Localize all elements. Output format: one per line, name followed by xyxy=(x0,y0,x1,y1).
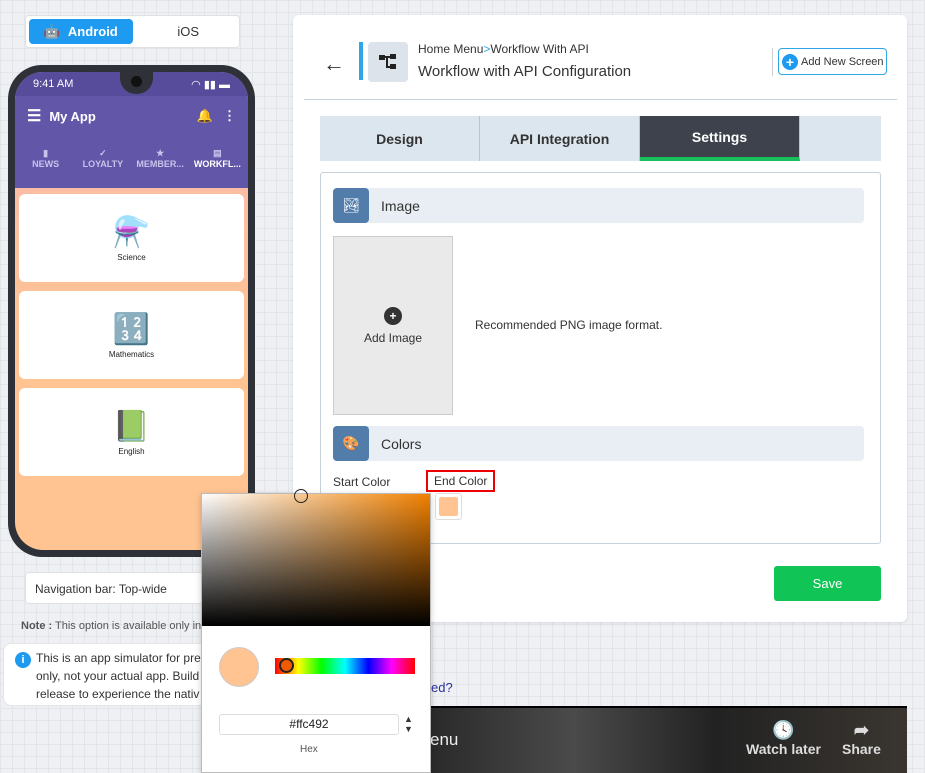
back-arrow-icon[interactable]: ← xyxy=(323,51,345,77)
share-button[interactable]: ➦ Share xyxy=(842,720,881,757)
divider xyxy=(772,48,773,76)
app-title: My App xyxy=(49,108,96,124)
watch-later-button[interactable]: 🕓 Watch later xyxy=(746,720,821,757)
plus-icon: + xyxy=(782,53,798,70)
hue-handle[interactable] xyxy=(279,658,294,673)
tab-settings[interactable]: Settings xyxy=(640,116,800,161)
image-section-header: 🏞 Image xyxy=(333,188,864,223)
card-label: Science xyxy=(117,252,146,262)
hue-slider[interactable] xyxy=(275,658,415,674)
app-tab-workflow[interactable]: ▤ WORKFL... xyxy=(189,148,246,169)
app-tab-loyalty[interactable]: ✓ LOYALTY xyxy=(74,148,131,169)
tab-label: MEMBER... xyxy=(136,159,184,169)
hex-label: Hex xyxy=(300,744,318,755)
list-item[interactable]: 📗 English xyxy=(19,388,244,476)
tab-label: NEWS xyxy=(32,159,60,169)
bookmark-icon: ▮ xyxy=(43,148,49,158)
accent-bar xyxy=(359,42,363,80)
watch-later-label: Watch later xyxy=(746,741,821,757)
hex-input[interactable]: #ffc492 xyxy=(219,714,399,735)
app-tab-member[interactable]: ★ MEMBER... xyxy=(132,148,189,169)
more-icon[interactable]: ⋮ xyxy=(223,108,236,124)
clock-icon: 🕓 xyxy=(772,720,795,740)
help-link[interactable]: ed? xyxy=(431,680,453,695)
add-button-label: Add New Screen xyxy=(801,55,884,68)
mathematics-icon: 🔢 xyxy=(112,312,151,346)
divider xyxy=(304,99,897,100)
workflow-icon xyxy=(368,42,408,82)
end-color-label: End Color xyxy=(426,470,496,492)
tab-label: LOYALTY xyxy=(82,159,124,169)
signal-battery-icon: ◠ ▮▮ ▬ xyxy=(191,78,230,91)
colors-section-header: 🎨 Colors xyxy=(333,426,864,461)
note-text: Note : This option is available only in xyxy=(21,620,201,632)
video-title: enu xyxy=(430,730,459,749)
hamburger-icon[interactable]: ☰ xyxy=(27,106,41,126)
settings-content: 🏞 Image + Add Image Recommended PNG image … xyxy=(320,172,881,544)
end-color-swatch[interactable] xyxy=(435,493,462,520)
list-item[interactable]: ⚗️ Science xyxy=(19,194,244,282)
android-icon: 🤖 xyxy=(43,23,60,39)
image-icon: 🏞 xyxy=(333,188,369,223)
status-time: 9:41 AM xyxy=(33,78,74,90)
platform-toggle: 🤖 Android iOS xyxy=(25,15,240,48)
card-label: Mathematics xyxy=(108,349,155,359)
save-button[interactable]: Save xyxy=(774,566,881,601)
android-tab[interactable]: 🤖 Android xyxy=(29,19,133,44)
breadcrumb-home[interactable]: Home Menu xyxy=(418,42,483,56)
palette-icon: 🎨 xyxy=(333,426,369,461)
ios-label: iOS xyxy=(177,24,200,39)
saturation-value-area[interactable] xyxy=(202,494,430,626)
list-item[interactable]: 🔢 Mathematics xyxy=(19,291,244,379)
add-image-label: Add Image xyxy=(363,330,423,345)
start-color-label: Start Color xyxy=(333,475,391,489)
bell-icon[interactable]: 🔔 xyxy=(197,108,213,124)
info-icon: i xyxy=(15,652,31,668)
section-title: Image xyxy=(381,197,420,214)
image-recommendation: Recommended PNG image format. xyxy=(475,318,663,332)
check-icon: ✓ xyxy=(99,148,107,158)
app-header: ☰ My App 🔔 ⋮ ▮ NEWS ✓ LOYALTY ★ MEMBER... ▤ WOR… xyxy=(15,96,248,188)
tab-design[interactable]: Design xyxy=(320,116,480,161)
add-image-button[interactable]: + Add Image xyxy=(333,236,453,415)
mode-toggle-icon[interactable]: ▲ ▼ xyxy=(404,714,413,734)
note-label: Note : xyxy=(21,620,53,632)
app-tab-news[interactable]: ▮ NEWS xyxy=(17,148,74,169)
sv-handle[interactable] xyxy=(294,489,308,503)
star-icon: ★ xyxy=(156,148,165,158)
section-title: Colors xyxy=(381,435,422,452)
breadcrumb: Home Menu>Workflow With API xyxy=(418,42,589,56)
color-picker: #ffc492 ▲ ▼ Hex xyxy=(201,489,431,773)
tab-api-integration[interactable]: API Integration xyxy=(480,116,640,161)
plus-icon: + xyxy=(384,306,402,325)
ios-tab[interactable]: iOS xyxy=(133,19,237,44)
phone-simulator: 9:41 AM ◠ ▮▮ ▬ ☰ My App 🔔 ⋮ ▮ NEWS ✓ LOYALTY ★… xyxy=(8,65,255,557)
card-label: English xyxy=(118,446,145,456)
page-title: Workflow with API Configuration xyxy=(418,63,632,80)
android-label: Android xyxy=(67,24,118,39)
color-preview xyxy=(219,647,259,687)
share-label: Share xyxy=(842,741,881,757)
tab-label: WORKFL... xyxy=(193,159,241,169)
video-embed[interactable]: enu 🕓 Watch later ➦ Share xyxy=(430,706,907,773)
science-icon: ⚗️ xyxy=(112,215,151,249)
note-body: This option is available only in xyxy=(52,620,202,632)
breadcrumb-current: Workflow With API xyxy=(490,42,589,56)
tab-bar: Design API Integration Settings xyxy=(320,116,881,161)
share-icon: ➦ xyxy=(853,720,869,740)
add-new-screen-button[interactable]: + Add New Screen xyxy=(778,48,887,75)
english-icon: 📗 xyxy=(112,409,151,443)
document-icon: ▤ xyxy=(213,148,222,158)
